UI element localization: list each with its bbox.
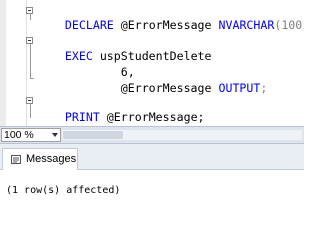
editor-status-bar: 100 % — [0, 126, 304, 144]
keyword: PRINT — [64, 110, 100, 124]
scrollbar-thumb[interactable] — [63, 131, 123, 139]
code-text: ; — [260, 81, 268, 95]
tab-messages[interactable]: Messages — [2, 148, 78, 170]
data-type: NVARCHAR — [218, 18, 275, 32]
zoom-select[interactable]: 100 % — [1, 128, 61, 142]
zoom-value: 100 % — [4, 129, 34, 141]
outline-line — [30, 14, 31, 20]
messages-icon — [11, 155, 21, 164]
messages-panel[interactable]: (1 row(s) affected) — [0, 170, 304, 209]
variable: @ErrorMessage — [64, 81, 219, 95]
chevron-down-icon[interactable] — [52, 133, 58, 137]
message-text: (1 row(s) affected) — [6, 185, 121, 196]
keyword: DECLARE — [64, 18, 114, 32]
collapse-toggle-icon[interactable] — [26, 7, 33, 14]
outline-line — [30, 78, 34, 79]
results-tab-strip: Messages — [0, 144, 304, 170]
tab-label: Messages — [26, 153, 77, 165]
query-editor[interactable]: DECLARE @ErrorMessage NVARCHAR(100); EXE… — [0, 0, 304, 126]
outline-line — [30, 44, 31, 78]
collapse-toggle-icon[interactable] — [26, 37, 33, 44]
code-line[interactable]: PRINT @ErrorMessage; — [37, 96, 205, 126]
code-text: @ErrorMessage; — [99, 110, 205, 124]
editor-margin — [26, 0, 27, 126]
collapse-toggle-icon[interactable] — [26, 97, 33, 104]
outline-line — [30, 104, 31, 118]
horizontal-scrollbar[interactable] — [62, 130, 302, 140]
keyword: OUTPUT — [218, 81, 261, 95]
editor-gutter — [0, 0, 6, 126]
variable: @ErrorMessage — [113, 18, 219, 32]
code-text: (100); — [274, 18, 304, 32]
